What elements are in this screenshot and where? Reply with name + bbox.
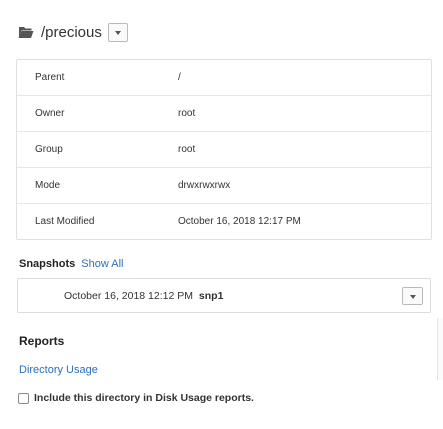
property-row-last-modified: Last Modified October 16, 2018 12:17 PM [17, 204, 431, 239]
property-value: drwxrwxrwx [178, 180, 231, 191]
directory-path: /precious [41, 23, 102, 41]
property-value: root [178, 108, 196, 119]
snapshot-dropdown-button[interactable] [402, 287, 423, 305]
property-row-group: Group root [17, 132, 431, 168]
snapshots-heading: Snapshots Show All [19, 258, 124, 270]
snapshot-select[interactable]: October 16, 2018 12:12 PM snp1 [17, 278, 431, 313]
include-checkbox[interactable] [18, 392, 29, 404]
property-key: Group [35, 144, 63, 155]
show-all-link[interactable]: Show All [81, 258, 123, 270]
property-row-parent: Parent / [17, 60, 431, 96]
include-label: Include this directory in Disk Usage rep… [34, 392, 254, 404]
snapshot-selected: October 16, 2018 12:12 PM snp1 [64, 290, 223, 302]
snapshot-date: October 16, 2018 12:12 PM [64, 289, 193, 302]
properties-table: Parent / Owner root Group root Mode drwx… [16, 59, 432, 240]
property-key: Last Modified [35, 216, 95, 227]
property-value: / [178, 72, 181, 83]
include-disk-usage-option[interactable]: Include this directory in Disk Usage rep… [18, 392, 254, 404]
reports-heading: Reports [19, 334, 65, 348]
caret-down-icon [114, 30, 121, 35]
property-key: Owner [35, 108, 65, 119]
snapshot-name: snp1 [198, 289, 224, 302]
snapshots-label: Snapshots [19, 258, 76, 270]
directory-header: /precious [18, 20, 128, 44]
property-value: October 16, 2018 12:17 PM [178, 216, 301, 227]
caret-down-icon [409, 294, 416, 299]
property-row-owner: Owner root [17, 96, 431, 132]
scrollbar[interactable] [437, 318, 443, 380]
directory-usage-link[interactable]: Directory Usage [19, 364, 98, 376]
property-row-mode: Mode drwxrwxrwx [17, 168, 431, 204]
property-key: Parent [35, 72, 65, 83]
property-key: Mode [35, 180, 61, 191]
folder-open-icon [18, 25, 34, 39]
directory-menu-button[interactable] [107, 22, 128, 42]
property-value: root [178, 144, 196, 155]
